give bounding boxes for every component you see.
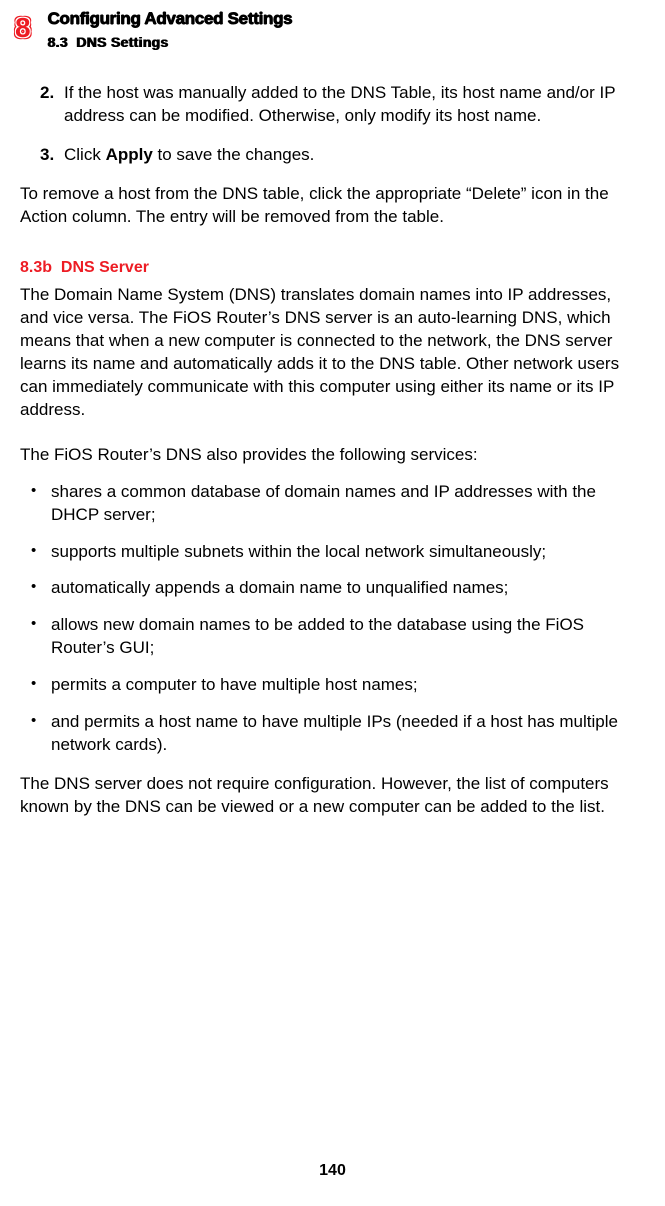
list-item: • permits a computer to have multiple ho… (31, 674, 637, 697)
page-header: 8 Configuring Advanced Settings 8.3 DNS … (0, 0, 665, 52)
step-suffix: to save the changes. (153, 145, 315, 164)
step-prefix: Click (64, 145, 106, 164)
subsection-heading: 8.3b DNS Server (20, 257, 637, 279)
bullet-text: and permits a host name to have multiple… (51, 711, 637, 757)
step-item: 3. Click Apply to save the changes. (40, 144, 637, 167)
bullet-text: permits a computer to have multiple host… (51, 674, 637, 697)
bullet-text: shares a common database of domain names… (51, 481, 637, 527)
step-number: 3. (40, 144, 64, 167)
bullet-icon: • (31, 541, 51, 564)
list-item: • automatically appends a domain name to… (31, 577, 637, 600)
step-item: 2. If the host was manually added to the… (40, 82, 637, 128)
bullet-text: allows new domain names to be added to t… (51, 614, 637, 660)
section-title: 8.3 DNS Settings (48, 33, 293, 52)
bullet-list: • shares a common database of domain nam… (31, 481, 637, 757)
subsection-title: DNS Server (61, 259, 149, 276)
bullet-icon: • (31, 614, 51, 660)
header-titles: Configuring Advanced Settings 8.3 DNS Se… (48, 8, 293, 52)
step-text: If the host was manually added to the DN… (64, 82, 637, 128)
step-text: Click Apply to save the changes. (64, 144, 637, 167)
remove-paragraph: To remove a host from the DNS table, cli… (20, 183, 637, 229)
page-number: 140 (0, 1160, 665, 1182)
dns-intro: The Domain Name System (DNS) translates … (20, 284, 637, 422)
list-item: • and permits a host name to have multip… (31, 711, 637, 757)
bullet-text: automatically appends a domain name to u… (51, 577, 637, 600)
dns-services-intro: The FiOS Router’s DNS also provides the … (20, 444, 637, 467)
chapter-title: Configuring Advanced Settings (48, 8, 293, 31)
apply-label: Apply (106, 145, 153, 164)
subsection-number: 8.3b (20, 259, 52, 276)
bullet-icon: • (31, 674, 51, 697)
bullet-icon: • (31, 481, 51, 527)
list-item: • allows new domain names to be added to… (31, 614, 637, 660)
chapter-number: 8 (15, 9, 30, 47)
page-content: 2. If the host was manually added to the… (0, 52, 665, 819)
bullet-text: supports multiple subnets within the loc… (51, 541, 637, 564)
dns-outro: The DNS server does not require configur… (20, 773, 637, 819)
list-item: • shares a common database of domain nam… (31, 481, 637, 527)
bullet-icon: • (31, 577, 51, 600)
section-number: 8.3 (48, 34, 68, 50)
list-item: • supports multiple subnets within the l… (31, 541, 637, 564)
section-name: DNS Settings (76, 34, 168, 50)
bullet-icon: • (31, 711, 51, 757)
step-number: 2. (40, 82, 64, 128)
